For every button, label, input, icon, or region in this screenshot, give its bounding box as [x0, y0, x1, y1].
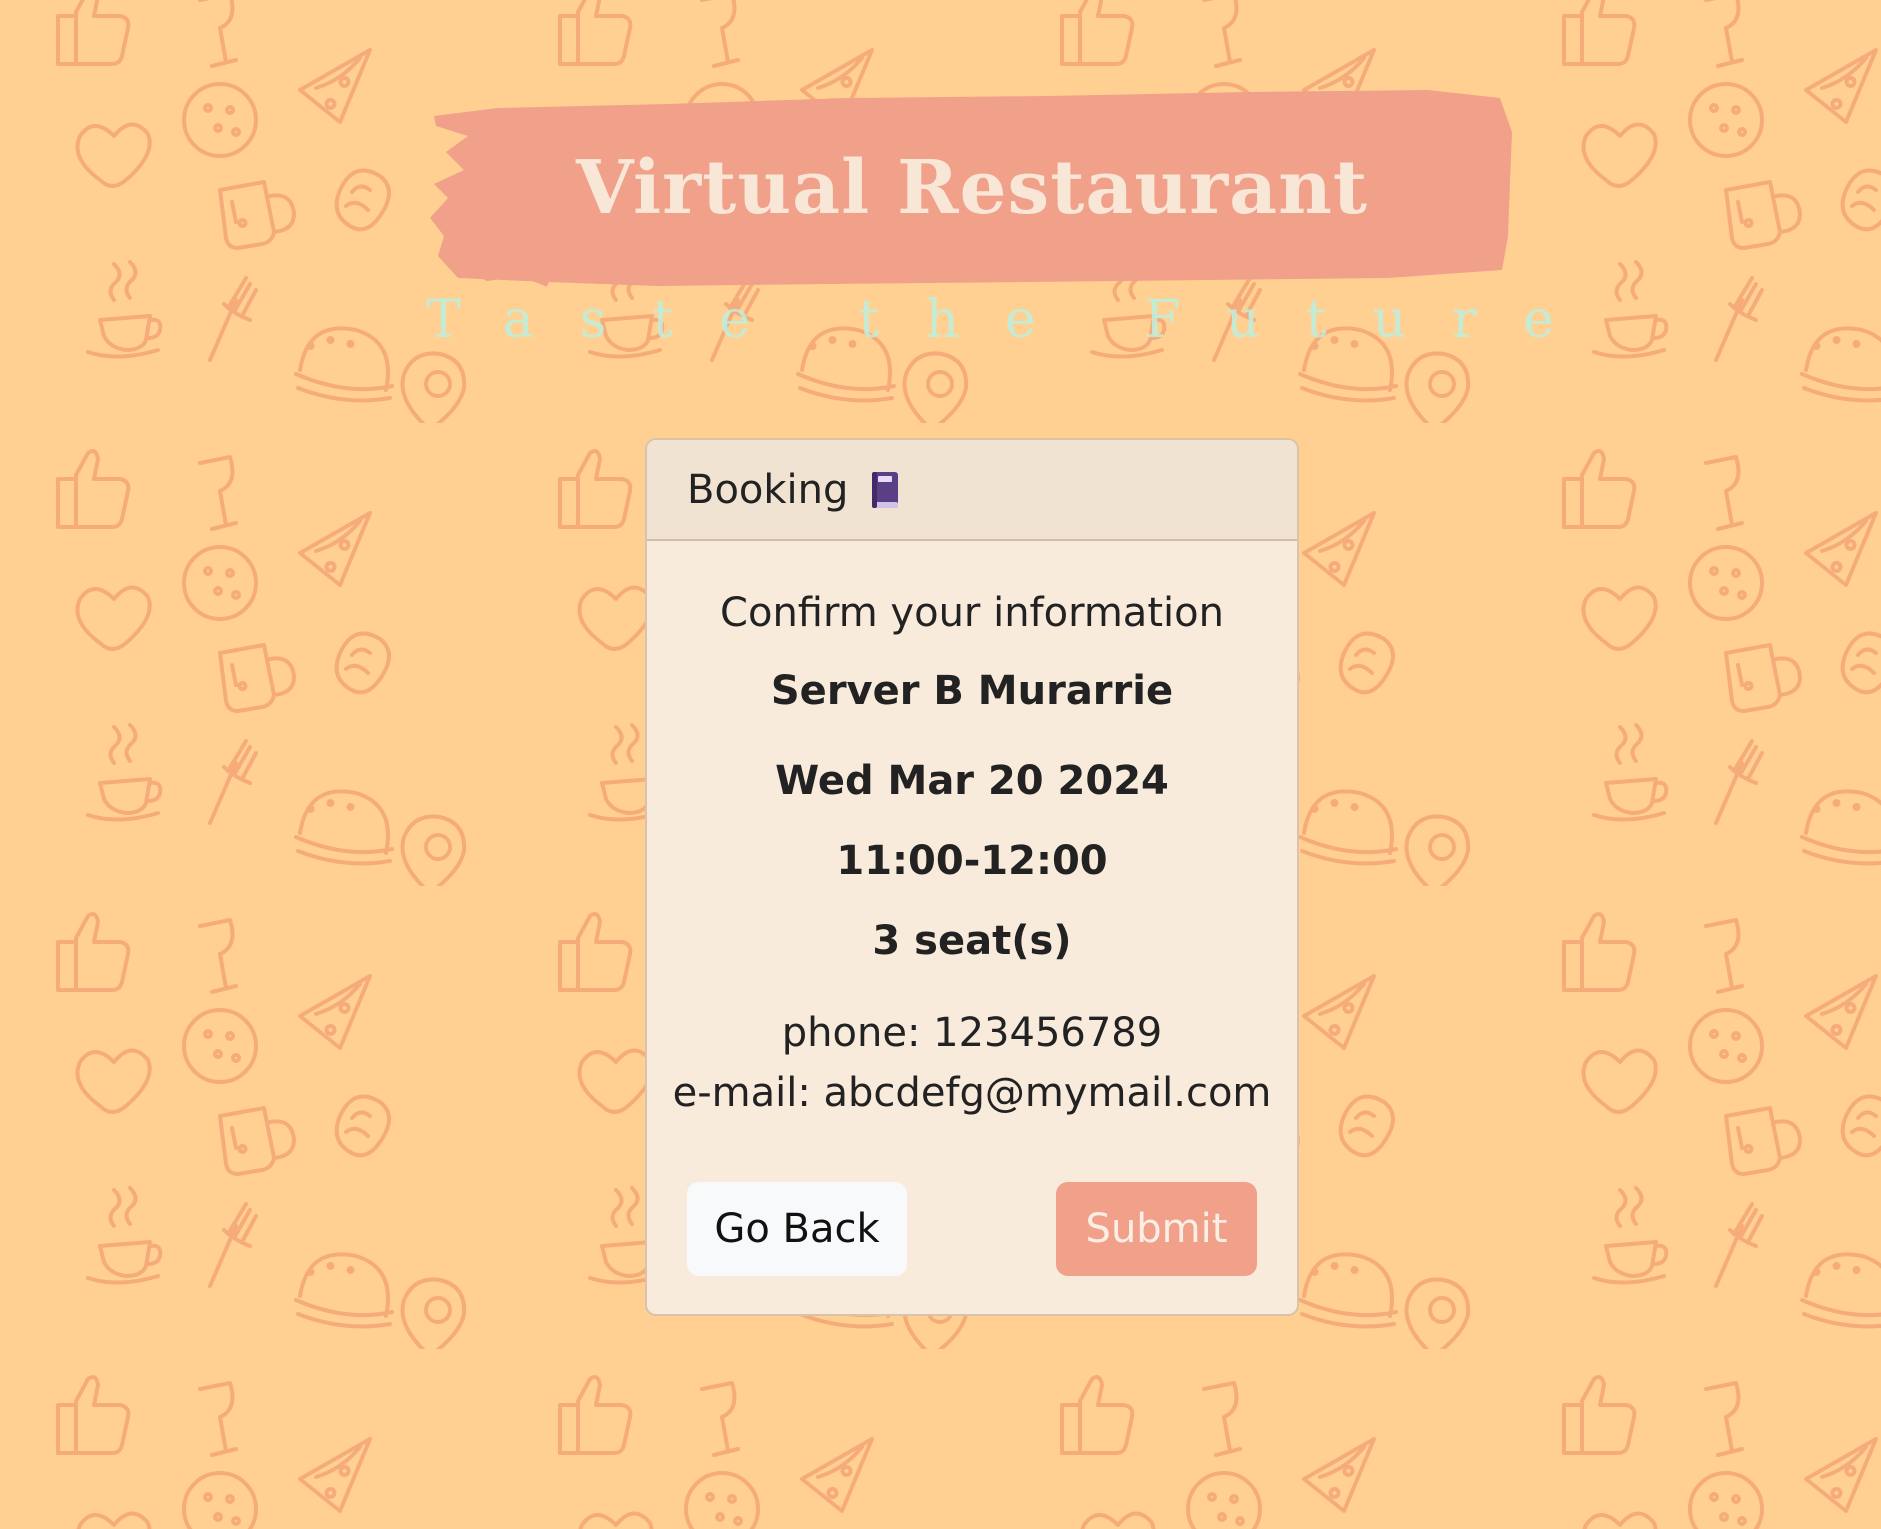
submit-button[interactable]: Submit	[1056, 1182, 1257, 1276]
email-text: e-mail: abcdefg@mymail.com	[672, 1070, 1272, 1116]
site-header: Virtual Restaurant Taste the Future	[0, 0, 1881, 360]
contact-info: phone: 123456789 e-mail: abcdefg@mymail.…	[667, 1003, 1277, 1123]
site-tagline: Taste the Future	[426, 290, 1600, 350]
booking-card: Booking Confirm your information Server …	[645, 438, 1299, 1316]
book-icon	[870, 470, 900, 510]
restaurant-name: Server B Murarrie	[770, 668, 1174, 714]
booking-actions: Go Back Submit	[687, 1182, 1257, 1276]
phone-text: phone: 123456789	[781, 1010, 1163, 1056]
booking-card-header: Booking	[647, 440, 1297, 541]
site-title: Virtual Restaurant	[575, 145, 1369, 231]
booking-time: 11:00-12:00	[836, 838, 1108, 884]
booking-seats: 3 seat(s)	[872, 918, 1072, 964]
go-back-button[interactable]: Go Back	[687, 1182, 907, 1276]
confirm-heading: Confirm your information	[720, 590, 1224, 636]
booking-card-body: Confirm your information Server B Murarr…	[647, 589, 1297, 1123]
booking-header-title: Booking	[687, 466, 849, 513]
booking-date: Wed Mar 20 2024	[775, 758, 1169, 804]
